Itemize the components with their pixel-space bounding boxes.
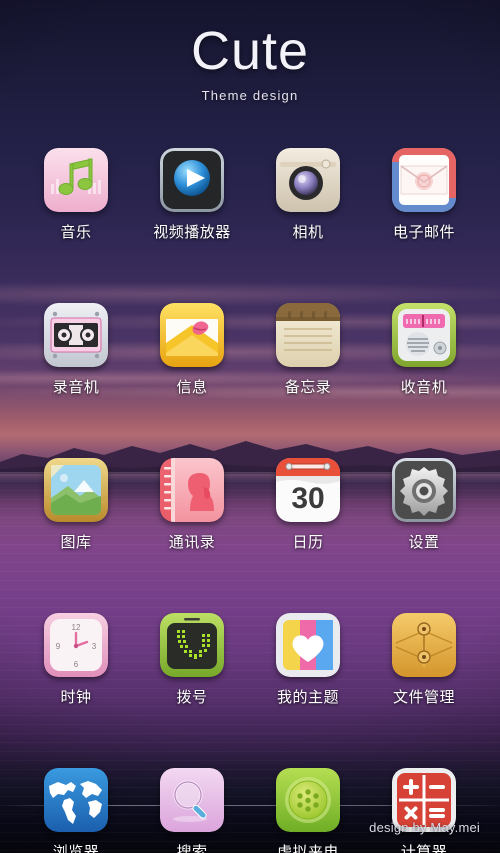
app-email[interactable]: 电子邮件 <box>366 148 482 242</box>
designer-credit: design by May.mei <box>369 820 480 835</box>
app-label: 电子邮件 <box>392 224 455 241</box>
camera-icon[interactable] <box>276 148 340 212</box>
app-fake-call[interactable]: 虚拟来电 <box>250 768 366 853</box>
app-gallery[interactable]: 图库 <box>18 458 134 552</box>
app-label: 文件管理 <box>392 689 455 706</box>
my-theme-icon[interactable] <box>276 613 340 677</box>
app-label: 视频播放器 <box>153 224 231 241</box>
svg-text:12: 12 <box>72 623 81 632</box>
clock-icon[interactable]: 12 3 6 9 <box>44 613 108 677</box>
app-label: 浏览器 <box>52 844 100 853</box>
file-manager-icon[interactable] <box>392 613 456 677</box>
app-label: 音乐 <box>60 224 92 241</box>
search-icon[interactable] <box>160 768 224 832</box>
messages-icon[interactable] <box>160 303 224 367</box>
video-player-icon[interactable] <box>160 148 224 212</box>
app-messages[interactable]: 信息 <box>134 303 250 397</box>
svg-text:9: 9 <box>56 642 61 651</box>
app-music[interactable]: 音乐 <box>18 148 134 242</box>
app-my-theme[interactable]: 我的主题 <box>250 613 366 707</box>
app-label: 相机 <box>292 224 324 241</box>
radio-icon[interactable] <box>392 303 456 367</box>
app-calendar[interactable]: 30 日历 <box>250 458 366 552</box>
app-label: 时钟 <box>60 689 92 706</box>
app-grid: 音乐 视频播放器 相机 电子邮件 录音机 信息 备忘录 收音机 图库 通讯录 3… <box>0 148 500 853</box>
calendar-icon[interactable]: 30 <box>276 458 340 522</box>
contacts-icon[interactable] <box>160 458 224 522</box>
app-calculator[interactable]: 计算器 <box>366 768 482 853</box>
app-video-player[interactable]: 视频播放器 <box>134 148 250 242</box>
svg-text:6: 6 <box>74 660 79 669</box>
app-search[interactable]: 搜索 <box>134 768 250 853</box>
app-file-manager[interactable]: 文件管理 <box>366 613 482 707</box>
app-browser[interactable]: 浏览器 <box>18 768 134 853</box>
email-icon[interactable] <box>392 148 456 212</box>
svg-text:3: 3 <box>92 642 97 651</box>
app-settings[interactable]: 设置 <box>366 458 482 552</box>
theme-header: Cute Theme design <box>0 20 500 103</box>
voice-recorder-icon[interactable] <box>44 303 108 367</box>
app-label: 日历 <box>292 534 324 551</box>
app-label: 计算器 <box>400 844 448 853</box>
app-dialer[interactable]: 拨号 <box>134 613 250 707</box>
app-label: 通讯录 <box>168 534 216 551</box>
app-label: 录音机 <box>52 379 100 396</box>
app-label: 拨号 <box>176 689 208 706</box>
app-radio[interactable]: 收音机 <box>366 303 482 397</box>
calendar-date-text: 30 <box>291 482 324 515</box>
settings-gear-icon[interactable] <box>392 458 456 522</box>
page-title: Cute <box>190 21 310 81</box>
page-subtitle: Theme design <box>201 88 299 103</box>
music-icon[interactable] <box>44 148 108 212</box>
app-clock[interactable]: 12 3 6 9 时钟 <box>18 613 134 707</box>
app-label: 信息 <box>176 379 208 396</box>
app-label: 设置 <box>408 534 440 551</box>
dialer-icon[interactable] <box>160 613 224 677</box>
browser-icon[interactable] <box>44 768 108 832</box>
app-voice-recorder[interactable]: 录音机 <box>18 303 134 397</box>
gallery-icon[interactable] <box>44 458 108 522</box>
app-label: 搜索 <box>176 844 208 853</box>
app-label: 备忘录 <box>284 379 332 396</box>
app-label: 收音机 <box>400 379 448 396</box>
notes-icon[interactable] <box>276 303 340 367</box>
home-screen: Cute Theme design 音乐 视频播放器 相机 电子邮件 录音机 信… <box>0 0 500 853</box>
app-camera[interactable]: 相机 <box>250 148 366 242</box>
fake-call-icon[interactable] <box>276 768 340 832</box>
app-label: 图库 <box>60 534 92 551</box>
app-label: 我的主题 <box>276 689 339 706</box>
app-contacts[interactable]: 通讯录 <box>134 458 250 552</box>
app-label: 虚拟来电 <box>276 844 339 853</box>
app-notes[interactable]: 备忘录 <box>250 303 366 397</box>
